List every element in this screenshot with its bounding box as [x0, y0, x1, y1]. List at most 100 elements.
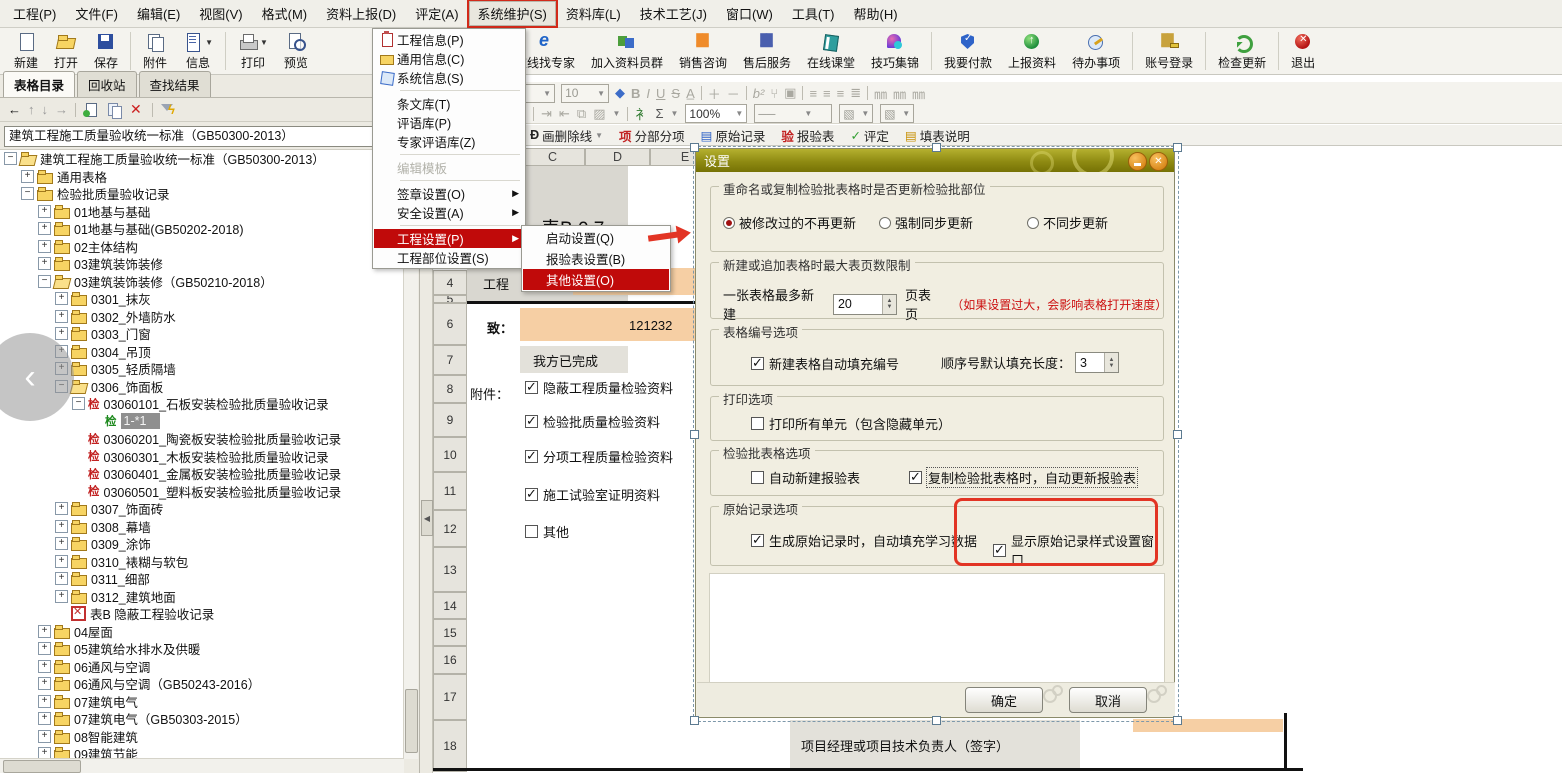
- increase-font-icon[interactable]: ＋: [708, 84, 721, 103]
- expand-box[interactable]: +: [38, 257, 51, 270]
- superscript-icon[interactable]: b²: [753, 86, 765, 101]
- expand-box[interactable]: −: [4, 152, 17, 165]
- menubar-item[interactable]: 资料库(L): [557, 1, 630, 26]
- attachment-checkbox-row[interactable]: 分项工程质量检验资料: [525, 447, 673, 466]
- row-header-18[interactable]: 18: [433, 720, 467, 772]
- toolbar-button-todo[interactable]: 待办事项: [1064, 28, 1128, 74]
- function-icon[interactable]: 衤: [635, 104, 648, 123]
- row-header-10[interactable]: 10: [433, 437, 467, 472]
- menu-item[interactable]: 通用信息(C): [374, 49, 524, 68]
- expand-box[interactable]: +: [38, 677, 51, 690]
- expand-box[interactable]: −: [21, 187, 34, 200]
- menu-item[interactable]: 安全设置(A)▶: [374, 203, 524, 222]
- toolbar-button-person-blue[interactable]: 售后服务: [735, 28, 799, 74]
- cancel-button[interactable]: 取消: [1069, 687, 1147, 713]
- align-center-icon[interactable]: ≡: [823, 86, 831, 101]
- command-画删除线[interactable]: Đ画删除线▼: [530, 126, 603, 145]
- menubar-item[interactable]: 工程(P): [4, 1, 65, 26]
- bold-icon[interactable]: B: [631, 86, 640, 101]
- wrap-icon[interactable]: ⑂: [770, 86, 778, 101]
- menu-item[interactable]: 系统信息(S): [374, 68, 524, 87]
- picture-icon[interactable]: ▨: [593, 106, 605, 122]
- expand-box[interactable]: −: [38, 275, 51, 288]
- ruler-icon-3[interactable]: ㎜: [912, 84, 925, 103]
- selection-handle[interactable]: [1173, 430, 1182, 439]
- row-header-17[interactable]: 17: [433, 674, 467, 720]
- attachment-checkbox-row[interactable]: 检验批质量检验资料: [525, 412, 660, 431]
- selection-handle[interactable]: [690, 430, 699, 439]
- row-header-9[interactable]: 9: [433, 403, 467, 437]
- checkbox[interactable]: [525, 488, 538, 501]
- toolbar-button-tips[interactable]: 技巧集锦: [863, 28, 927, 74]
- toolbar-button-group[interactable]: 加入资料员群: [583, 28, 671, 74]
- tree-item[interactable]: +06通风与空调（GB50243-2016）: [0, 675, 404, 693]
- tree-item[interactable]: +0307_饰面砖: [0, 500, 404, 518]
- nav-right-arrow[interactable]: →: [55, 102, 68, 117]
- tree-item[interactable]: +03建筑装饰装修: [0, 255, 404, 273]
- tree-item[interactable]: −建筑工程施工质量验收统一标准（GB50300-2013）: [0, 150, 404, 168]
- row18-text[interactable]: 项目经理或项目技术负责人（签字）: [801, 736, 1009, 755]
- tab-查找结果[interactable]: 查找结果: [139, 71, 211, 97]
- attachment-checkbox-row[interactable]: 隐蔽工程质量检验资料: [525, 378, 673, 397]
- tree-item[interactable]: +检03060201_陶瓷板安装检验批质量验收记录: [0, 430, 404, 448]
- selection-handle[interactable]: [690, 716, 699, 725]
- menubar-item[interactable]: 评定(A): [406, 1, 467, 26]
- expand-box[interactable]: +: [55, 502, 68, 515]
- menu-item[interactable]: 评语库(P): [374, 113, 524, 132]
- tree-item[interactable]: +0310_裱糊与软包: [0, 553, 404, 571]
- expand-box[interactable]: +: [38, 205, 51, 218]
- dialog-title-bar[interactable]: 设置 ✕: [696, 149, 1174, 172]
- menu-item[interactable]: 条文库(T): [374, 94, 524, 113]
- menu-item[interactable]: 工程信息(P): [374, 30, 524, 49]
- toolbar-button-print[interactable]: ▼打印: [230, 28, 276, 74]
- row-header-7[interactable]: 7: [433, 345, 467, 375]
- collapse-panel-button[interactable]: ◀: [421, 500, 433, 536]
- row7-text[interactable]: 我方已完成: [533, 351, 598, 370]
- command-分部分项[interactable]: 项分部分项: [619, 126, 685, 145]
- row-header-15[interactable]: 15: [433, 619, 467, 646]
- toolbar-button-attach[interactable]: 附件: [135, 28, 175, 74]
- selection-handle[interactable]: [1173, 143, 1182, 152]
- indent-decrease-icon[interactable]: ⇤: [559, 106, 570, 122]
- row-header-14[interactable]: 14: [433, 592, 467, 619]
- tree-item[interactable]: +0312_建筑地面: [0, 588, 404, 606]
- ruler-icon-2[interactable]: ㎜: [893, 84, 906, 103]
- selection-handle[interactable]: [690, 143, 699, 152]
- row-header-4[interactable]: 4: [433, 270, 467, 295]
- row-header-16[interactable]: 16: [433, 646, 467, 674]
- tree-item[interactable]: +检1-*1: [0, 413, 404, 431]
- picture-caret[interactable]: ▼: [613, 109, 621, 118]
- expand-box[interactable]: +: [55, 555, 68, 568]
- submenu-item[interactable]: 其他设置(O): [523, 269, 669, 290]
- line-style-combo[interactable]: ──▼: [754, 104, 832, 123]
- row6-label[interactable]: 致：: [487, 318, 513, 337]
- toolbar-button-doc-new[interactable]: 新建: [6, 28, 46, 74]
- tree-item[interactable]: −检验批质量验收记录: [0, 185, 404, 203]
- expand-box[interactable]: +: [55, 310, 68, 323]
- checkbox-auto-new-report[interactable]: 自动新建报验表: [751, 468, 860, 487]
- decrease-font-icon[interactable]: －: [727, 84, 740, 103]
- toolbar-button-save[interactable]: 保存: [86, 28, 126, 74]
- column-header-c[interactable]: C: [520, 148, 585, 166]
- nav-down-arrow[interactable]: ↓: [42, 102, 49, 117]
- dropdown-arrow-icon[interactable]: ▼: [260, 38, 268, 47]
- toolbar-button-preview[interactable]: 预览: [276, 28, 316, 74]
- tree-item[interactable]: +04屋面: [0, 623, 404, 641]
- expand-box[interactable]: +: [55, 537, 68, 550]
- row6-value[interactable]: 121232: [629, 318, 672, 333]
- expand-box[interactable]: +: [55, 520, 68, 533]
- new-node-icon[interactable]: [83, 102, 99, 118]
- menubar-item[interactable]: 格式(M): [253, 1, 317, 26]
- tree-item[interactable]: +表B 隐蔽工程验收记录: [0, 605, 404, 623]
- column-header-d[interactable]: D: [585, 148, 650, 166]
- expand-box[interactable]: −: [72, 397, 85, 410]
- tree-item[interactable]: +01地基与基础(GB50202-2018): [0, 220, 404, 238]
- selection-handle[interactable]: [932, 143, 941, 152]
- tree-item[interactable]: +检03060501_塑料板安装检验批质量验收记录: [0, 483, 404, 501]
- tree-item[interactable]: +0301_抹灰: [0, 290, 404, 308]
- italic-icon[interactable]: I: [646, 86, 650, 101]
- expand-box[interactable]: +: [38, 695, 51, 708]
- seq-length-spinner[interactable]: 3 ▲▼: [1075, 352, 1119, 373]
- expand-box[interactable]: +: [21, 170, 34, 183]
- row-header-12[interactable]: 12: [433, 510, 467, 547]
